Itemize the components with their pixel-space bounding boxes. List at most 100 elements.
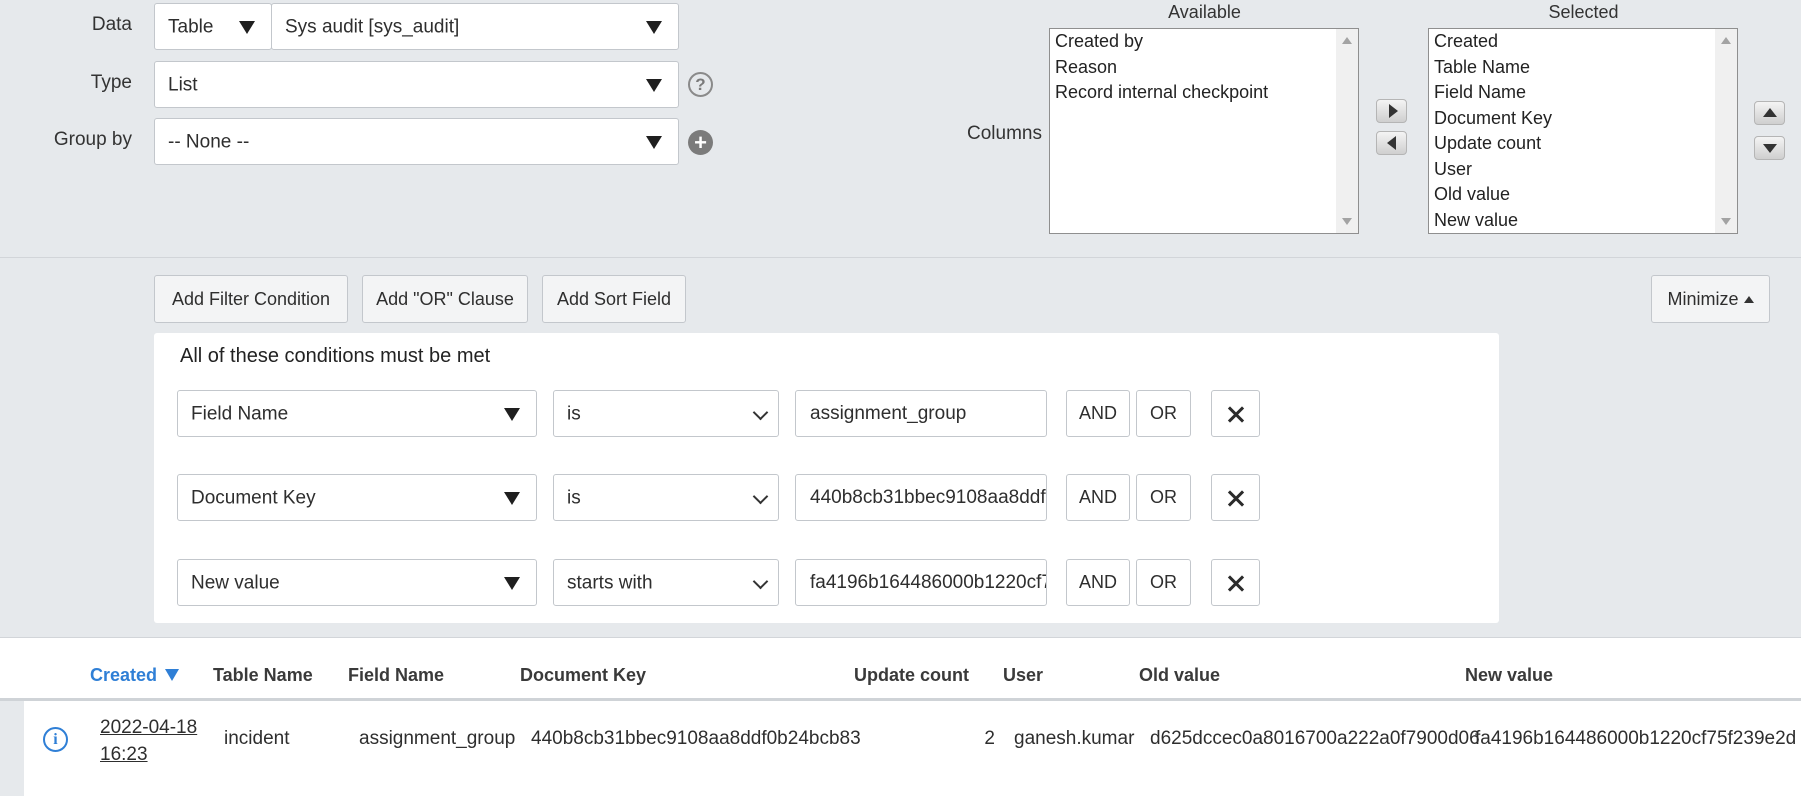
condition-value-input[interactable]: assignment_group (795, 390, 1047, 437)
selected-column-option[interactable]: Field Name (1429, 80, 1737, 106)
dropdown-arrow-icon (504, 576, 520, 590)
arrow-right-icon (1388, 104, 1398, 118)
cell-document-key: 440b8cb31bbec9108aa8ddf0b24bcb83 (531, 728, 861, 749)
add-filter-condition-button[interactable]: Add Filter Condition (154, 275, 348, 323)
condition-value-input[interactable]: 440b8cb31bbec9108aa8ddf0b24bcb83 (795, 474, 1047, 521)
remove-condition-button[interactable] (1211, 390, 1260, 437)
created-time: 16:23 (100, 744, 148, 765)
available-columns-list[interactable]: Created by Reason Record internal checkpoi… (1049, 28, 1359, 234)
arrow-up-icon (1762, 108, 1777, 117)
and-button[interactable]: AND (1066, 390, 1130, 437)
available-column-option[interactable]: Reason (1050, 55, 1358, 81)
column-header-field-name[interactable]: Field Name (348, 665, 444, 686)
selected-column-option[interactable]: Document Key (1429, 106, 1737, 132)
column-header-table-name[interactable]: Table Name (213, 665, 313, 686)
scroll-up-icon[interactable] (1342, 37, 1352, 44)
condition-value-text: assignment_group (810, 402, 967, 424)
column-header-label: Field Name (348, 665, 445, 685)
move-up-button[interactable] (1754, 101, 1785, 125)
condition-operator-select[interactable]: starts with (553, 559, 779, 606)
column-header-old-value[interactable]: Old value (1139, 665, 1220, 686)
section-divider (0, 257, 1801, 258)
column-header-created[interactable]: Created (90, 665, 180, 686)
available-column-option[interactable]: Created by (1050, 29, 1358, 55)
selected-column-option[interactable]: Update count (1429, 131, 1737, 157)
sort-descending-icon (165, 669, 180, 681)
info-icon[interactable]: i (43, 727, 68, 752)
available-column-option[interactable]: Record internal checkpoint (1050, 80, 1358, 106)
type-select[interactable]: List (154, 61, 679, 108)
or-button[interactable]: OR (1136, 559, 1191, 606)
column-header-label: Document Key (520, 665, 647, 685)
and-button[interactable]: AND (1066, 559, 1130, 606)
column-header-user[interactable]: User (1003, 665, 1043, 686)
move-left-button[interactable] (1376, 131, 1407, 155)
condition-field-value: Field Name (191, 403, 289, 424)
remove-condition-button[interactable] (1211, 559, 1260, 606)
move-down-button[interactable] (1754, 136, 1785, 160)
column-header-document-key[interactable]: Document Key (520, 665, 646, 686)
results-top-border (0, 637, 1801, 638)
condition-field-select[interactable]: Document Key (177, 474, 537, 521)
data-source-type-value: Table (168, 16, 214, 37)
scrollbar[interactable] (1336, 29, 1358, 233)
scrollbar[interactable] (1715, 29, 1737, 233)
condition-operator-select[interactable]: is (553, 474, 779, 521)
chevron-down-icon (752, 404, 769, 420)
cell-table-name: incident (224, 728, 290, 749)
help-icon[interactable]: ? (688, 72, 713, 97)
cell-user: ganesh.kumar (1014, 728, 1135, 749)
chevron-down-icon (752, 573, 769, 589)
condition-operator-select[interactable]: is (553, 390, 779, 437)
group-by-select[interactable]: -- None -- (154, 118, 679, 165)
scroll-down-icon[interactable] (1721, 218, 1731, 225)
selected-column-option[interactable]: User (1429, 157, 1737, 183)
add-group-icon[interactable]: + (688, 130, 713, 155)
column-header-update-count[interactable]: Update count (854, 665, 969, 686)
minimize-label: Minimize (1667, 288, 1739, 309)
created-link[interactable]: 2022-04-18 16:23 (100, 714, 197, 768)
scroll-up-icon[interactable] (1721, 37, 1731, 44)
condition-field-value: Document Key (191, 487, 316, 508)
dropdown-arrow-icon (504, 491, 520, 505)
condition-value-input[interactable]: fa4196b164486000b1220cf75f239e2d (795, 559, 1047, 606)
selected-columns-list[interactable]: Created Table Name Field Name Document Key U… (1428, 28, 1738, 234)
remove-condition-button[interactable] (1211, 474, 1260, 521)
add-or-clause-button[interactable]: Add "OR" Clause (362, 275, 528, 323)
or-button[interactable]: OR (1136, 474, 1191, 521)
row-gutter (0, 701, 24, 796)
data-label: Data (91, 14, 132, 35)
column-header-label: Table Name (213, 665, 313, 685)
data-table-select[interactable]: Sys audit [sys_audit] (271, 3, 679, 50)
column-header-label: Update count (854, 665, 969, 685)
chevron-down-icon (752, 488, 769, 504)
data-source-type-select[interactable]: Table (154, 3, 272, 50)
conditions-heading: All of these conditions must be met (180, 345, 491, 367)
selected-column-option[interactable]: Table Name (1429, 55, 1737, 81)
or-button[interactable]: OR (1136, 390, 1191, 437)
selected-column-option[interactable]: Old value (1429, 182, 1737, 208)
column-header-new-value[interactable]: New value (1465, 665, 1553, 686)
dropdown-arrow-icon (646, 20, 662, 34)
condition-value-text: 440b8cb31bbec9108aa8ddf0b24bcb83 (810, 486, 1046, 508)
column-header-label: Created (90, 665, 158, 685)
dropdown-arrow-icon (646, 135, 662, 149)
cell-old-value: d625dccec0a8016700a222a0f7900d06 (1150, 728, 1480, 749)
selected-column-option[interactable]: New value (1429, 208, 1737, 234)
available-title: Available (1168, 2, 1241, 22)
scroll-down-icon[interactable] (1342, 218, 1352, 225)
condition-field-select[interactable]: New value (177, 559, 537, 606)
arrow-left-icon (1386, 136, 1396, 150)
condition-operator-value: starts with (567, 572, 653, 593)
move-right-button[interactable] (1376, 99, 1407, 123)
condition-field-value: New value (191, 572, 280, 593)
header-divider (0, 698, 1801, 701)
cell-update-count: 2 (984, 728, 995, 749)
column-header-label: New value (1465, 665, 1554, 685)
add-sort-field-button[interactable]: Add Sort Field (542, 275, 686, 323)
selected-column-option[interactable]: Created (1429, 29, 1737, 55)
condition-field-select[interactable]: Field Name (177, 390, 537, 437)
and-button[interactable]: AND (1066, 474, 1130, 521)
minimize-button[interactable]: Minimize (1651, 275, 1770, 323)
group-by-label: Group by (53, 129, 132, 150)
